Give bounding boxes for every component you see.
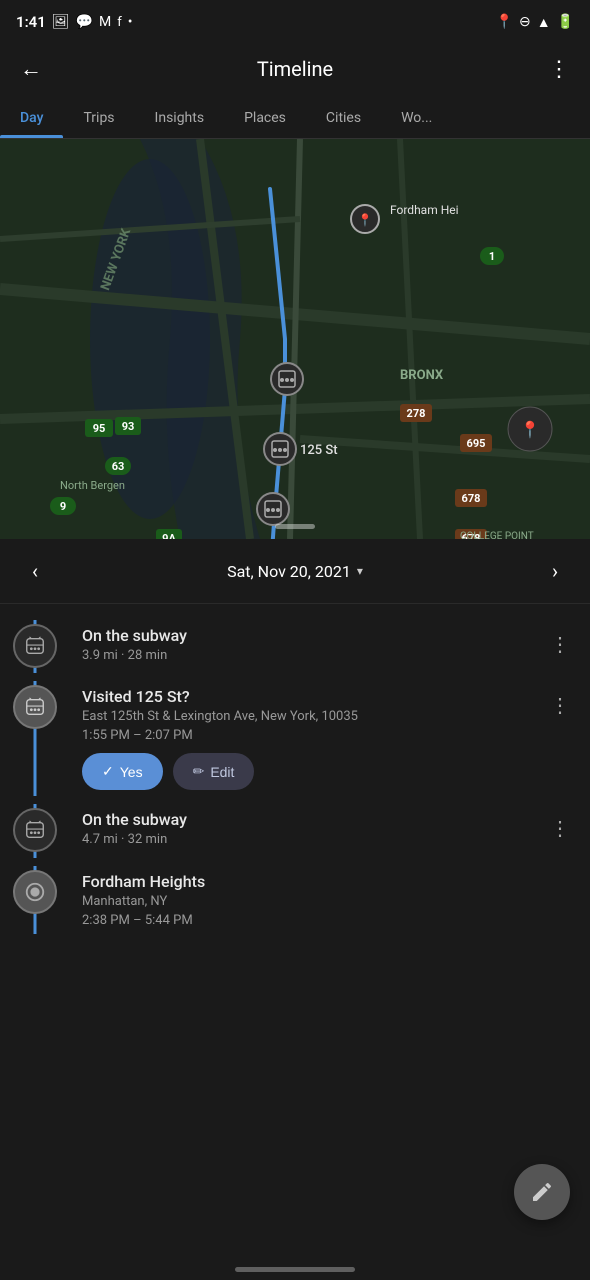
timeline-subtitle: East 125th St & Lexington Ave, New York,… [82, 708, 546, 726]
item-more-button-3[interactable]: ⋮ [546, 808, 574, 848]
svg-text:COLLEGE POINT: COLLEGE POINT [460, 531, 534, 539]
date-picker-button[interactable]: Sat, Nov 20, 2021 ▾ [227, 562, 363, 581]
svg-text:695: 695 [467, 437, 486, 450]
timeline-title: On the subway [82, 810, 546, 829]
list-item: Visited 125 St? East 125th St & Lexingto… [0, 681, 590, 796]
place-icon-2 [13, 870, 57, 914]
pencil-icon [530, 1180, 554, 1204]
next-date-button[interactable]: › [544, 555, 566, 587]
timeline-title: Visited 125 St? [82, 687, 546, 706]
timeline-content-2: Visited 125 St? East 125th St & Lexingto… [70, 681, 546, 796]
edit-label: Edit [210, 764, 234, 780]
item-more-button-1[interactable]: ⋮ [546, 624, 574, 664]
tab-day[interactable]: Day [0, 98, 63, 138]
svg-text:93: 93 [122, 420, 135, 433]
location-icon: 📍 [496, 14, 513, 30]
timeline-subtitle: 4.7 mi · 32 min [82, 831, 546, 849]
tab-world[interactable]: Wo... [381, 98, 452, 138]
timeline-title: On the subway [82, 626, 546, 645]
timeline-content-4: Fordham Heights Manhattan, NY 2:38 PM – … [70, 866, 574, 934]
tab-bar: Day Trips Insights Places Cities Wo... [0, 98, 590, 139]
wifi-icon: ▲ [537, 14, 551, 31]
dot-icon: • [128, 14, 133, 30]
tab-insights[interactable]: Insights [135, 98, 225, 138]
photo-icon: 🖼 [52, 14, 70, 30]
list-item: On the subway 4.7 mi · 32 min ⋮ [0, 804, 590, 857]
timeline-time: 1:55 PM – 2:07 PM [82, 728, 546, 743]
svg-text:1: 1 [489, 250, 495, 263]
list-item: On the subway 3.9 mi · 28 min ⋮ [0, 620, 590, 673]
svg-text:678: 678 [462, 492, 481, 505]
check-icon: ✓ [102, 763, 114, 780]
home-bar [235, 1267, 355, 1272]
timeline-line-col [0, 804, 70, 857]
list-item: Fordham Heights Manhattan, NY 2:38 PM – … [0, 866, 590, 934]
svg-text:📍: 📍 [358, 213, 373, 227]
svg-text:278: 278 [407, 407, 426, 420]
timeline-time: 2:38 PM – 5:44 PM [82, 913, 574, 928]
svg-text:9A: 9A [162, 532, 176, 539]
svg-text:9: 9 [60, 500, 66, 513]
map-view[interactable]: NEW YORK 95 93 63 9 9A 278 695 678 678 1… [0, 139, 590, 539]
battery-icon: 🔋 [557, 14, 574, 30]
item-more-button-2[interactable]: ⋮ [546, 685, 574, 725]
tab-trips[interactable]: Trips [63, 98, 134, 138]
svg-text:BRONX: BRONX [400, 368, 444, 383]
timeline-content-3: On the subway 4.7 mi · 32 min [70, 804, 546, 857]
page-title: Timeline [257, 57, 333, 81]
svg-text:North Bergen: North Bergen [60, 479, 125, 492]
message-icon: 💬 [76, 14, 93, 30]
date-dropdown-icon: ▾ [357, 564, 363, 578]
edit-button[interactable]: ✏ Edit [173, 753, 255, 790]
timeline-title: Fordham Heights [82, 872, 574, 891]
date-navigator: ‹ Sat, Nov 20, 2021 ▾ › [0, 539, 590, 604]
svg-text:Fordham Hei: Fordham Hei [390, 203, 459, 217]
timeline-content-1: On the subway 3.9 mi · 28 min [70, 620, 546, 673]
timeline-subtitle: 3.9 mi · 28 min [82, 647, 546, 665]
yes-label: Yes [120, 764, 143, 780]
svg-text:📍: 📍 [520, 420, 540, 439]
timeline-line-col [0, 620, 70, 673]
timeline-line-col [0, 681, 70, 796]
more-options-button[interactable]: ⋮ [544, 53, 574, 86]
pencil-icon: ✏ [193, 763, 205, 780]
svg-text:125 St: 125 St [300, 443, 338, 458]
tab-cities[interactable]: Cities [306, 98, 381, 138]
status-bar: 1:41 🖼 💬 M f • 📍 ⊖ ▲ 🔋 [0, 0, 590, 44]
svg-text:95: 95 [93, 422, 106, 435]
prev-date-button[interactable]: ‹ [24, 555, 46, 587]
scroll-indicator [275, 524, 315, 529]
timeline: On the subway 3.9 mi · 28 min ⋮ Visite [0, 604, 590, 958]
timeline-line-col [0, 866, 70, 934]
tab-places[interactable]: Places [224, 98, 306, 138]
minus-circle-icon: ⊖ [519, 14, 531, 30]
gmail-icon: M [99, 14, 111, 30]
header: ← Timeline ⋮ [0, 44, 590, 98]
subway-icon-2 [13, 808, 57, 852]
date-label: Sat, Nov 20, 2021 [227, 562, 351, 581]
fab-edit-button[interactable] [514, 1164, 570, 1220]
place-icon-1 [13, 685, 57, 729]
timeline-subtitle: Manhattan, NY [82, 893, 574, 911]
facebook-icon: f [117, 15, 122, 30]
status-time: 1:41 [16, 13, 46, 31]
action-buttons: ✓ Yes ✏ Edit [82, 753, 546, 790]
yes-button[interactable]: ✓ Yes [82, 753, 163, 790]
subway-icon-1 [13, 624, 57, 668]
back-button[interactable]: ← [16, 52, 46, 86]
svg-text:63: 63 [112, 460, 125, 473]
